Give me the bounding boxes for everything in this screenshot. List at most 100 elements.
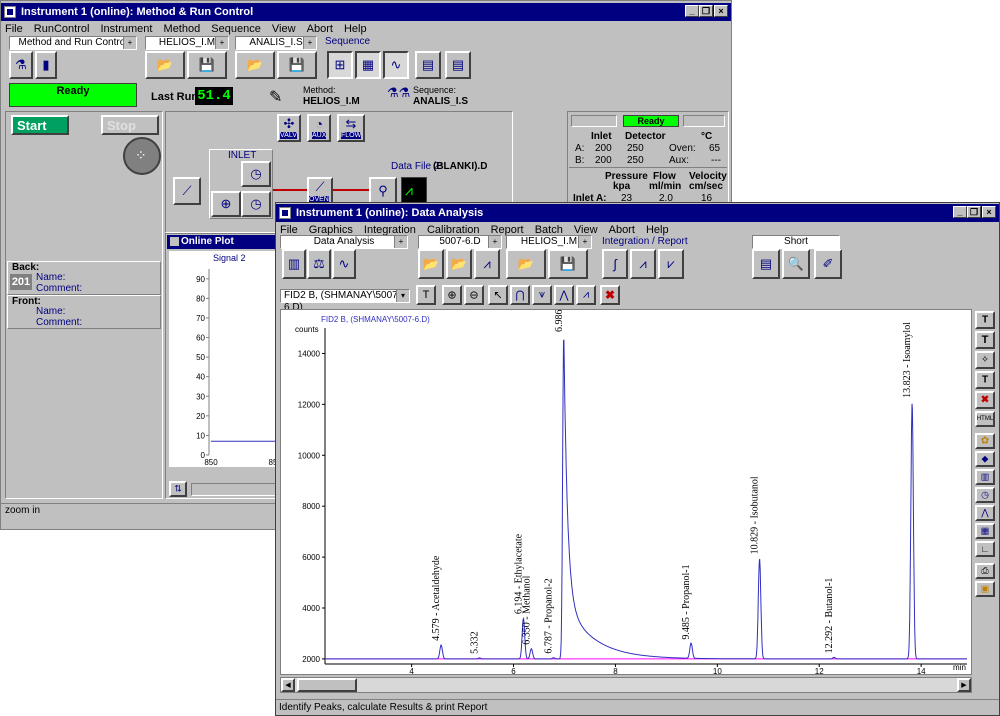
injector-button[interactable]: ⟋ — [173, 177, 201, 205]
online-plot-menu-icon[interactable] — [170, 237, 179, 246]
tool-4-button[interactable]: ◷ — [975, 487, 995, 503]
text-bold-button[interactable]: T — [975, 331, 995, 349]
report-style-combo[interactable]: Short — [752, 235, 840, 249]
chevron-down-icon: + — [488, 236, 501, 248]
save-method-button[interactable]: 💾 — [187, 51, 227, 79]
menu-instrument[interactable]: Instrument — [97, 21, 157, 37]
signal-monitor-icon[interactable]: ⩘ — [401, 177, 427, 205]
close-button[interactable]: × — [982, 206, 996, 218]
method-info-label: Method: — [303, 85, 336, 95]
chevron-down-icon: + — [578, 236, 591, 248]
sequence-view-2-button[interactable]: ▦ — [355, 51, 381, 79]
front-inlet-button[interactable]: ◷ — [241, 161, 271, 187]
menu-file[interactable]: File — [1, 21, 27, 37]
sequence-view-3-button[interactable]: ∿ — [383, 51, 409, 79]
print-button[interactable]: ⎙ — [975, 563, 995, 579]
integration-events-button[interactable]: ⩘ — [630, 249, 656, 279]
peak-tool-2-button[interactable]: ⩛ — [532, 285, 552, 305]
select-pointer-button[interactable]: ↖ — [488, 285, 508, 305]
signal-combo[interactable]: FID2 B, (SHMANAY\5007-6.D) ▾ — [280, 289, 410, 313]
inlet-pressure-button[interactable]: ◷ — [241, 191, 271, 217]
autosampler-tray-icon[interactable]: ⁘ — [123, 137, 161, 175]
view-combo[interactable]: Data Analysis + — [280, 235, 408, 249]
signal-overlay-button[interactable]: ∿ — [332, 249, 356, 279]
sequence-run-2-button[interactable]: ▤ — [445, 51, 471, 79]
sequence-combo[interactable]: ANALIS_I.S + — [235, 36, 317, 50]
save-icon: 💾 — [288, 57, 306, 72]
delete-peak-button[interactable]: ✖ — [600, 285, 620, 305]
minimize-button[interactable]: _ — [953, 206, 967, 218]
minimize-button[interactable]: _ — [685, 5, 699, 17]
online-zoom-button[interactable]: ⇅ — [169, 481, 187, 497]
stop-button[interactable]: Stop — [101, 115, 159, 135]
print-report-button[interactable]: ✐ — [814, 249, 842, 279]
report-specify-button[interactable]: ▤ — [752, 249, 780, 279]
horizontal-scrollbar[interactable]: ◀ ▶ — [280, 677, 972, 693]
file-combo[interactable]: 5007-6.D + — [418, 235, 502, 249]
method-info-value: HELIOS_I.M — [303, 96, 360, 107]
overlay-signal-button[interactable]: ⩘ — [474, 249, 500, 279]
report-preview-button[interactable]: 🔍 — [782, 249, 810, 279]
manual-integration-button[interactable]: ⩗ — [658, 249, 684, 279]
start-button[interactable]: Start — [11, 115, 69, 135]
sequence-view-1-button[interactable]: ⊞ — [327, 51, 353, 79]
scroll-right-button[interactable]: ▶ — [957, 678, 971, 692]
menu-abort[interactable]: Abort — [303, 21, 337, 37]
last-run-display: 51.4 — [195, 87, 233, 105]
annotate-button[interactable]: ✧ — [975, 351, 995, 369]
menu-view[interactable]: View — [268, 21, 300, 37]
zoom-in-button[interactable]: ⊕ — [442, 285, 462, 305]
tool-5-button[interactable]: ⋀ — [975, 505, 995, 521]
scroll-left-button[interactable]: ◀ — [281, 678, 295, 692]
copy-button[interactable]: ▣ — [975, 581, 995, 597]
calibration-scale-button[interactable]: ⚖ — [307, 249, 331, 279]
load-method-button[interactable]: 📂 — [506, 249, 546, 279]
color-palette-button[interactable]: ✿ — [975, 433, 995, 449]
peak-tool-3-button[interactable]: ⋀ — [554, 285, 574, 305]
delete-annotation-button[interactable]: ✖ — [975, 391, 995, 409]
menu-runcontrol[interactable]: RunControl — [30, 21, 94, 37]
tool-2-button[interactable]: ◆ — [975, 451, 995, 467]
back-title-bar[interactable]: Instrument 1 (online): Method & Run Cont… — [1, 3, 731, 21]
single-vial-button[interactable]: ▮ — [35, 51, 57, 79]
tool-3-button[interactable]: ▥ — [975, 469, 995, 485]
peak-tool-4-button[interactable]: ⩘ — [576, 285, 596, 305]
text-tool-button[interactable]: T — [416, 285, 436, 305]
tool-6-button[interactable]: ▦ — [975, 523, 995, 539]
menu-help[interactable]: Help — [340, 21, 371, 37]
detector-button[interactable]: ⚲ — [369, 177, 397, 205]
online-plot-title[interactable]: Online Plot — [167, 235, 277, 249]
text-edit-button[interactable]: T — [975, 311, 995, 329]
menu-sequence[interactable]: Sequence — [207, 21, 265, 37]
maximize-button[interactable]: ❐ — [699, 5, 713, 17]
integrate-button[interactable]: ∫ — [602, 249, 628, 279]
aux-button[interactable]: AUX ◔ — [307, 114, 331, 142]
method-combo[interactable]: HELIOS_I.M + — [145, 36, 229, 50]
vials-button[interactable]: ⚗ — [9, 51, 33, 79]
scroll-thumb[interactable] — [297, 678, 357, 692]
sequence-run-1-button[interactable]: ▤ — [415, 51, 441, 79]
peak-tool-1-button[interactable]: ⋂ — [510, 285, 530, 305]
save-sequence-button[interactable]: 💾 — [277, 51, 317, 79]
zoom-out-button[interactable]: ⊖ — [464, 285, 484, 305]
close-button[interactable]: × — [714, 5, 728, 17]
load-signal-2-button[interactable]: 📂 — [446, 249, 472, 279]
maximize-button[interactable]: ❐ — [967, 206, 981, 218]
online-scrollbar[interactable] — [191, 483, 277, 496]
valve-button[interactable]: VALV ✣ — [277, 114, 301, 142]
tool-7-button[interactable]: ∟ — [975, 541, 995, 557]
load-signal-button[interactable]: 📂 — [418, 249, 444, 279]
flow-button[interactable]: FLOW ⇆ — [337, 114, 365, 142]
calibration-table-button[interactable]: ▥ — [282, 249, 306, 279]
text-move-button[interactable]: T — [975, 371, 995, 389]
html-button[interactable]: HTML — [975, 411, 995, 427]
front-title-bar[interactable]: Instrument 1 (online): Data Analysis _ ❐… — [276, 204, 999, 222]
view-combo[interactable]: Method and Run Control + — [9, 36, 137, 50]
load-sequence-button[interactable]: 📂 — [235, 51, 275, 79]
rear-inlet-button[interactable]: ⊕ — [211, 191, 241, 217]
load-method-button[interactable]: 📂 — [145, 51, 185, 79]
save-method-button[interactable]: 💾 — [548, 249, 588, 279]
oven-button[interactable]: OVEN ⟋ — [307, 177, 333, 205]
menu-method[interactable]: Method — [160, 21, 205, 37]
method-combo[interactable]: HELIOS_I.M + — [506, 235, 592, 249]
